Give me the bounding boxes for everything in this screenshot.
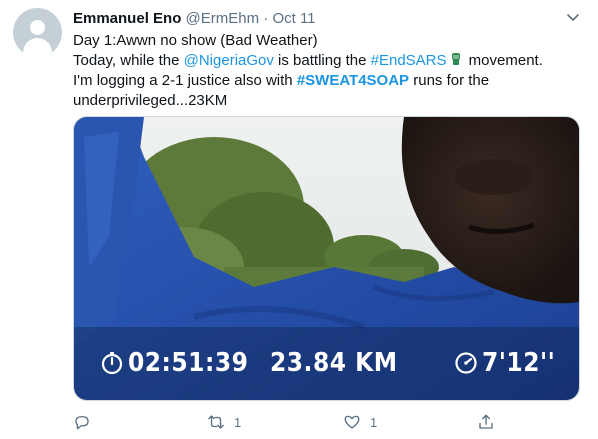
share-button[interactable] (477, 411, 504, 433)
tweet-photo[interactable]: 02:51:39 23.84 KM 7'12'' (73, 116, 580, 401)
retweet-count: 1 (234, 414, 242, 430)
reply-button[interactable] (73, 411, 100, 433)
author-name[interactable]: Emmanuel Eno (73, 10, 181, 27)
share-icon (479, 414, 493, 429)
run-stats-overlay: 02:51:39 23.84 KM 7'12'' (74, 343, 579, 387)
text-segment: I'm logging a 2-1 justice also with (73, 72, 297, 89)
text-segment: runs for the (409, 72, 490, 89)
duration-stat: 02:51:39 (100, 343, 248, 383)
avatar-body-shape (23, 38, 52, 57)
tweet-line-2: Today, while the @NigeriaGov is battling… (73, 51, 588, 71)
hashtag-sweat4soap-link[interactable]: #SWEAT4SOAP (297, 72, 409, 89)
distance-value: 23.84 KM (270, 348, 398, 378)
author-avatar[interactable] (13, 8, 62, 57)
like-count: 1 (370, 414, 378, 430)
pace-value: 7'12'' (482, 348, 556, 378)
duration-value: 02:51:39 (128, 348, 249, 378)
text-segment: is battling the (273, 52, 371, 69)
tweet-date[interactable]: Oct 11 (272, 10, 315, 27)
raised-fist-emoji-icon (451, 53, 460, 65)
tweet-actions: 1 1 (73, 411, 503, 433)
chevron-down-icon[interactable] (566, 10, 580, 24)
like-button[interactable]: 1 (343, 411, 377, 433)
speedometer-icon (455, 352, 477, 374)
reply-icon (75, 416, 89, 430)
retweet-button[interactable]: 1 (207, 411, 241, 433)
stopwatch-icon (101, 352, 123, 375)
tweet-header: Emmanuel Eno @ErmEhm · Oct 11 (73, 9, 316, 28)
text-segment: Today, while the (73, 52, 184, 69)
tweet-line-1: Day 1:Awwn no show (Bad Weather) (73, 32, 318, 49)
avatar-head-shape (30, 20, 45, 35)
header-separator: · (263, 10, 269, 27)
author-handle[interactable]: @ErmEhm (186, 10, 260, 27)
tweet-text: Day 1:Awwn no show (Bad Weather) Today, … (73, 31, 588, 111)
tweet-line-3: I'm logging a 2-1 justice also with #SWE… (73, 71, 588, 91)
heart-icon (344, 415, 360, 429)
tweet-line-4: underprivileged...23KM (73, 92, 228, 109)
text-segment: movement. (464, 52, 543, 69)
retweet-icon (208, 415, 224, 429)
hashtag-endsars-link[interactable]: #EndSARS (371, 52, 447, 69)
distance-stat: 23.84 KM (270, 343, 398, 383)
pace-stat: 7'12'' (454, 343, 555, 383)
mention-link[interactable]: @NigeriaGov (184, 52, 274, 69)
